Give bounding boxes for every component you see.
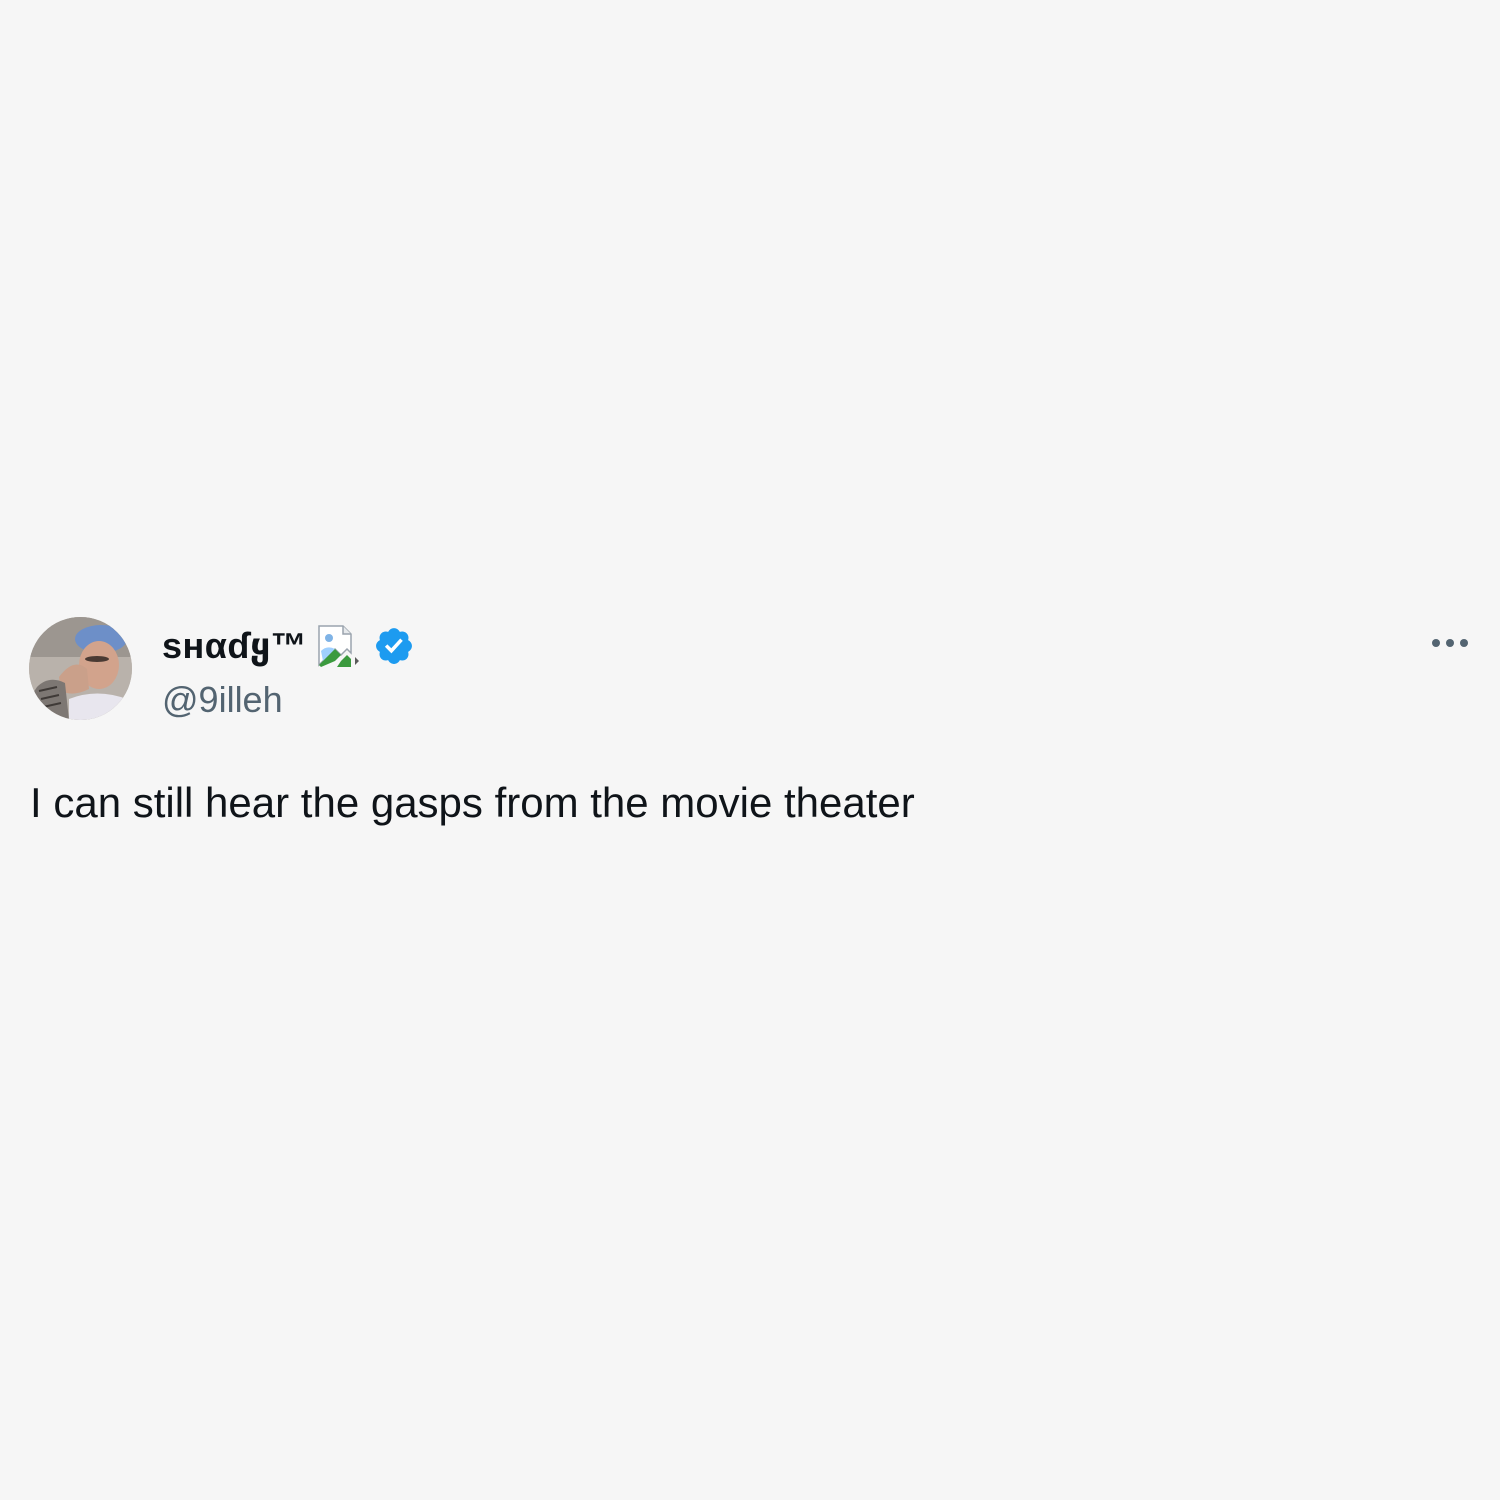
- more-options-button[interactable]: [1424, 622, 1476, 664]
- avatar-photo: [29, 617, 132, 720]
- author-handle[interactable]: @9illeh: [162, 677, 283, 723]
- verified-badge-icon: [373, 625, 415, 667]
- broken-image-icon: [315, 623, 361, 669]
- author-display-name[interactable]: sʜαɗყ™: [162, 621, 307, 671]
- author-name-row[interactable]: sʜαɗყ™: [162, 621, 415, 671]
- tweet-card: sʜαɗყ™ @9illeh I can still hear the gasp…: [0, 0, 1500, 1500]
- tweet-text: I can still hear the gasps from the movi…: [30, 779, 915, 826]
- avatar[interactable]: [29, 617, 132, 720]
- more-options-icon: [1432, 639, 1468, 647]
